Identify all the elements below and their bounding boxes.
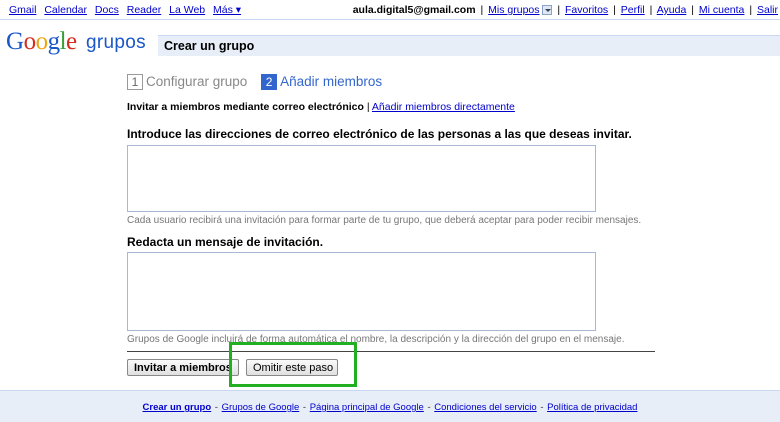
separator: | bbox=[649, 4, 653, 16]
invitation-message-label: Redacta un mensaje de invitación. bbox=[127, 235, 324, 249]
account-nav: aula.digital5@gmail.com | Mis grupos | F… bbox=[353, 4, 778, 16]
logo-letter: G bbox=[6, 28, 24, 55]
nav-more-menu[interactable]: Más ▾ bbox=[213, 4, 241, 16]
separator: - bbox=[427, 402, 431, 413]
logo-letter: o bbox=[35, 28, 49, 55]
step-number: 1 bbox=[127, 74, 143, 91]
page-title-bar: Crear un grupo bbox=[158, 35, 780, 56]
my-groups-link[interactable]: Mis grupos bbox=[488, 4, 539, 16]
nav-web-link[interactable]: La Web bbox=[169, 4, 205, 16]
step-label: Configurar grupo bbox=[146, 74, 248, 89]
footer: Crear un grupo - Grupos de Google - Pági… bbox=[0, 390, 780, 422]
separator: | bbox=[366, 101, 370, 113]
nav-gmail-link[interactable]: Gmail bbox=[9, 4, 36, 16]
divider bbox=[127, 351, 655, 352]
product-nav: Gmail Calendar Docs Reader La Web Más ▾ bbox=[9, 4, 246, 16]
skip-step-button[interactable]: Omitir este paso bbox=[246, 359, 338, 376]
sign-out-link[interactable]: Salir bbox=[757, 4, 778, 16]
logo-letter: e bbox=[66, 28, 77, 55]
separator: - bbox=[302, 402, 307, 413]
footer-google-home-link[interactable]: Página principal de Google bbox=[310, 402, 424, 413]
nav-docs-link[interactable]: Docs bbox=[95, 4, 119, 16]
help-link[interactable]: Ayuda bbox=[657, 4, 687, 16]
logo-letter: o bbox=[23, 28, 37, 55]
separator: | bbox=[749, 4, 753, 16]
footer-privacy-link[interactable]: Política de privacidad bbox=[547, 402, 637, 413]
wizard-steps: 1 Configurar grupo 2 Añadir miembros bbox=[127, 74, 383, 91]
footer-create-group-link[interactable]: Crear un grupo bbox=[143, 402, 212, 413]
footer-terms-link[interactable]: Condiciones del servicio bbox=[434, 402, 536, 413]
invite-mode-switch: Invitar a miembros mediante correo elect… bbox=[127, 101, 515, 113]
my-account-link[interactable]: Mi cuenta bbox=[699, 4, 745, 16]
separator: | bbox=[613, 4, 616, 16]
footer-google-groups-link[interactable]: Grupos de Google bbox=[222, 402, 300, 413]
separator: | bbox=[691, 4, 694, 16]
step-number: 2 bbox=[261, 74, 278, 91]
invite-by-email-label: Invitar a miembros mediante correo elect… bbox=[127, 101, 364, 113]
separator: - bbox=[214, 402, 218, 413]
step-add-members: 2 Añadir miembros bbox=[261, 74, 383, 91]
invite-members-button[interactable]: Invitar a miembros bbox=[127, 359, 239, 376]
account-email: aula.digital5@gmail.com bbox=[352, 4, 476, 16]
profile-link[interactable]: Perfil bbox=[621, 4, 645, 16]
invitation-message-input[interactable] bbox=[127, 252, 596, 331]
favorites-link[interactable]: Favoritos bbox=[565, 4, 608, 16]
separator: - bbox=[540, 402, 544, 413]
product-name: grupos bbox=[86, 32, 146, 53]
email-addresses-label: Introduce las direcciones de correo elec… bbox=[127, 127, 632, 141]
invitation-message-hint: Grupos de Google incluirá de forma autom… bbox=[127, 334, 625, 345]
separator: | bbox=[480, 4, 484, 16]
add-members-directly-link[interactable]: Añadir miembros directamente bbox=[372, 101, 515, 113]
email-addresses-input[interactable] bbox=[127, 145, 596, 212]
nav-calendar-link[interactable]: Calendar bbox=[44, 4, 87, 16]
page-title: Crear un grupo bbox=[164, 39, 255, 53]
step-configure-group: 1 Configurar grupo bbox=[127, 74, 261, 91]
my-groups-dropdown-icon[interactable] bbox=[542, 5, 553, 15]
step-label: Añadir miembros bbox=[280, 74, 383, 89]
google-logo[interactable]: Google bbox=[6, 28, 77, 56]
nav-reader-link[interactable]: Reader bbox=[127, 4, 161, 16]
separator: | bbox=[557, 4, 561, 16]
email-addresses-hint: Cada usuario recibirá una invitación par… bbox=[127, 215, 642, 226]
top-bar: Gmail Calendar Docs Reader La Web Más ▾ … bbox=[0, 0, 780, 20]
logo-letter: g bbox=[47, 28, 61, 55]
